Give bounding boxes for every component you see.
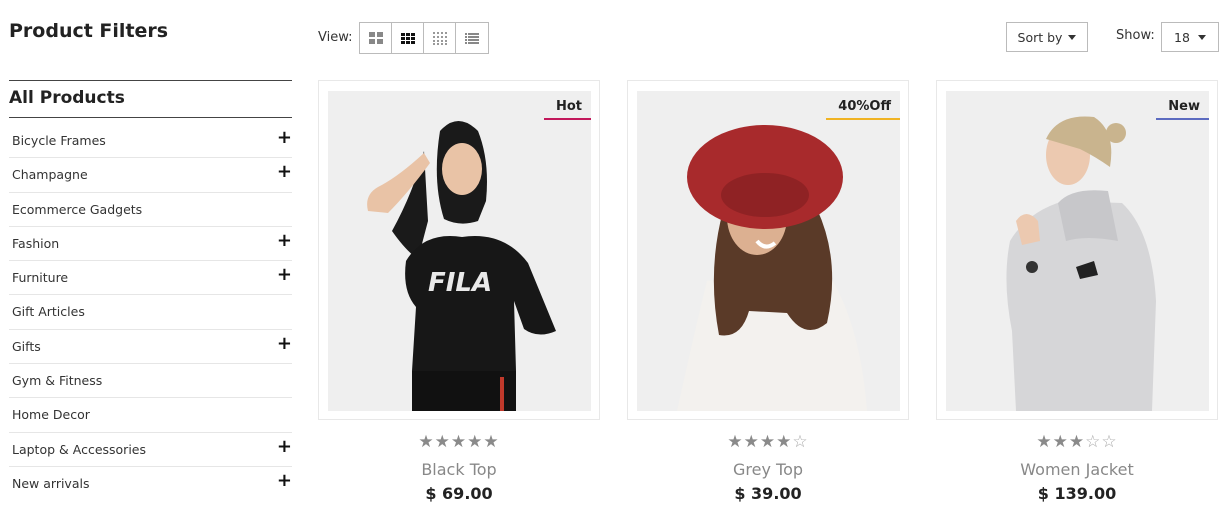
category-label[interactable]: Fashion <box>12 236 59 251</box>
star-filled-icon: ★ <box>483 432 500 452</box>
plus-icon[interactable]: + <box>277 471 292 490</box>
sort-by-dropdown[interactable]: Sort by <box>1006 22 1088 52</box>
product-image[interactable]: New <box>946 91 1209 411</box>
star-filled-icon: ★ <box>467 432 484 452</box>
category-label[interactable]: Ecommerce Gadgets <box>12 202 142 217</box>
product-image[interactable]: FILA Hot <box>328 91 591 411</box>
category-label[interactable]: New arrivals <box>12 476 89 491</box>
product-name[interactable]: Grey Top <box>627 460 909 479</box>
product-badge: Hot <box>543 99 591 120</box>
star-filled-icon: ★ <box>450 432 468 452</box>
product-image[interactable]: 40%Off <box>637 91 900 411</box>
view-label: View: <box>318 30 353 45</box>
woman-grey-jacket-photo <box>946 91 1209 411</box>
star-filled-icon: ★ <box>727 432 744 452</box>
category-list: Bicycle Frames + Champagne + Ecommerce G… <box>9 124 292 501</box>
product-toolbar: View: Sort by Show: 18 <box>318 22 1219 54</box>
product-rating: ★★★★★ <box>318 432 600 452</box>
product-price: $ 139.00 <box>1037 484 1117 503</box>
product-card[interactable]: FILA Hot <box>318 80 600 420</box>
show-count-select[interactable]: 18 <box>1161 22 1219 52</box>
category-item-home-decor[interactable]: Home Decor <box>9 398 292 433</box>
plus-icon[interactable]: + <box>277 231 292 250</box>
star-filled-icon: ★ <box>434 432 451 452</box>
badge-label: New <box>1168 99 1200 114</box>
plus-icon[interactable]: + <box>277 129 292 147</box>
all-products-header[interactable]: All Products <box>9 80 292 118</box>
product-price: $ 69.00 <box>425 484 493 503</box>
product-card[interactable]: 40%Off <box>627 80 909 420</box>
product-badge: 40%Off <box>826 99 900 120</box>
product-card[interactable]: New <box>936 80 1218 420</box>
category-label[interactable]: Furniture <box>12 270 68 285</box>
product-rating: ★★★☆☆ <box>936 432 1218 452</box>
woman-black-tshirt-photo: FILA <box>328 91 591 411</box>
category-item-gym-fitness[interactable]: Gym & Fitness <box>9 364 292 399</box>
category-label[interactable]: Champagne <box>12 167 88 182</box>
show-label: Show: <box>1116 28 1155 43</box>
product-name[interactable]: Black Top <box>318 460 600 479</box>
product-badge: New <box>1156 99 1209 120</box>
caret-down-icon <box>1068 34 1077 40</box>
grid-medium-icon <box>400 32 415 44</box>
category-item-new-arrivals[interactable]: New arrivals + <box>9 467 292 501</box>
badge-label: 40%Off <box>838 99 891 114</box>
all-products-title[interactable]: All Products <box>9 88 125 108</box>
star-empty-icon: ☆ <box>1101 432 1118 452</box>
plus-icon[interactable]: + <box>277 437 292 456</box>
plus-icon[interactable]: + <box>277 163 292 181</box>
grid-large-icon <box>368 32 383 44</box>
list-icon <box>465 32 479 44</box>
view-grid-small-button[interactable] <box>424 23 456 53</box>
category-item-fashion[interactable]: Fashion + <box>9 227 292 262</box>
view-grid-medium-button[interactable] <box>392 23 424 53</box>
category-item-furniture[interactable]: Furniture + <box>9 261 292 296</box>
star-filled-icon: ★ <box>1052 432 1069 452</box>
star-empty-icon: ☆ <box>1085 432 1102 452</box>
star-filled-icon: ★ <box>418 432 435 452</box>
category-item-gift-articles[interactable]: Gift Articles <box>9 295 292 330</box>
star-filled-icon: ★ <box>743 432 760 452</box>
category-item-gifts[interactable]: Gifts + <box>9 330 292 365</box>
category-item-ecommerce-gadgets[interactable]: Ecommerce Gadgets <box>9 193 292 227</box>
badge-underline <box>543 118 591 120</box>
svg-text:FILA: FILA <box>428 268 492 298</box>
star-filled-icon: ★ <box>1068 432 1086 452</box>
star-empty-icon: ☆ <box>792 432 809 452</box>
badge-underline <box>1156 118 1209 120</box>
category-label[interactable]: Gift Articles <box>12 304 85 319</box>
product-rating: ★★★★☆ <box>627 432 909 452</box>
plus-icon[interactable]: + <box>277 334 292 353</box>
product-name[interactable]: Women Jacket <box>936 460 1218 479</box>
category-label[interactable]: Laptop & Accessories <box>12 442 146 457</box>
badge-label: Hot <box>555 99 582 114</box>
product-price: $ 39.00 <box>734 484 802 503</box>
filters-title: Product Filters <box>9 20 169 42</box>
star-filled-icon: ★ <box>759 432 777 452</box>
category-label[interactable]: Gym & Fitness <box>12 373 102 388</box>
category-label[interactable]: Gifts <box>12 339 41 354</box>
show-count-value: 18 <box>1174 29 1190 45</box>
category-item-champagne[interactable]: Champagne + <box>9 158 292 193</box>
star-filled-icon: ★ <box>1036 432 1053 452</box>
grid-small-icon <box>432 31 447 45</box>
category-label[interactable]: Home Decor <box>12 407 90 422</box>
view-grid-large-button[interactable] <box>360 23 392 53</box>
category-item-bicycle-frames[interactable]: Bicycle Frames + <box>9 124 292 159</box>
star-filled-icon: ★ <box>776 432 793 452</box>
category-item-laptop-accessories[interactable]: Laptop & Accessories + <box>9 433 292 467</box>
plus-icon[interactable]: + <box>277 266 292 284</box>
caret-down-icon <box>1197 34 1206 40</box>
view-list-button[interactable] <box>456 23 488 53</box>
view-mode-group <box>359 22 489 54</box>
category-label[interactable]: Bicycle Frames <box>12 133 106 148</box>
badge-underline <box>826 118 900 120</box>
woman-red-hat-photo <box>637 91 900 411</box>
sort-by-label: Sort by <box>1017 29 1063 45</box>
